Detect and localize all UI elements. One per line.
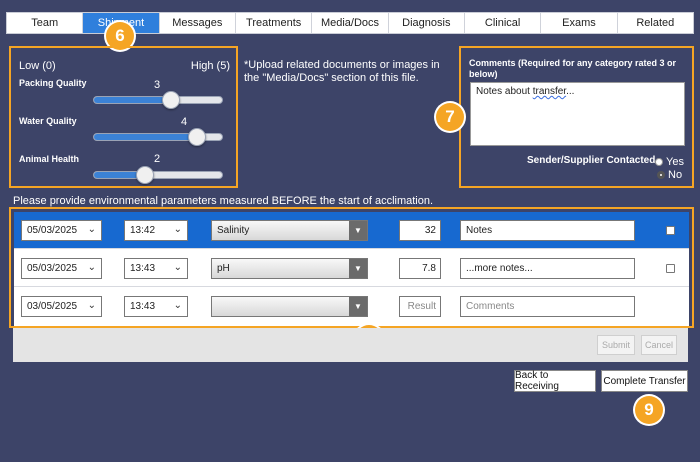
date-value: 05/03/2025 — [27, 263, 78, 274]
chevron-down-icon: ⌄ — [173, 300, 182, 311]
submit-button[interactable]: Submit — [597, 335, 635, 355]
tab-treatments[interactable]: Treatments — [236, 13, 313, 33]
value-placeholder: Result — [407, 301, 436, 312]
chevron-down-icon: ⌄ — [173, 224, 182, 235]
comments-label: Comments (Required for any category rate… — [469, 58, 677, 79]
animal-health-slider[interactable] — [93, 171, 223, 179]
upload-note: *Upload related documents or images in t… — [244, 59, 440, 84]
tab-messages[interactable]: Messages — [160, 13, 236, 33]
comments-panel: Comments (Required for any category rate… — [459, 46, 694, 188]
water-quality-slider-thumb[interactable] — [188, 128, 206, 146]
date-value: 05/03/2025 — [27, 225, 78, 236]
packing-quality-slider[interactable] — [93, 96, 223, 104]
radio-yes-label: Yes — [666, 156, 684, 168]
radio-yes[interactable] — [655, 158, 663, 166]
chevron-down-icon: ⌄ — [87, 262, 96, 273]
callout-marker-7: 7 — [436, 103, 464, 131]
value-input[interactable]: 32 — [399, 220, 441, 241]
low-label: Low (0) — [19, 60, 56, 72]
parameter-select[interactable]: Salinity ▼ — [211, 220, 368, 241]
radio-no[interactable] — [657, 171, 665, 179]
supplier-contacted-label: Sender/Supplier Contacted — [527, 155, 656, 166]
time-select[interactable]: 13:43 ⌄ — [124, 296, 188, 317]
animal-health-value: 2 — [154, 153, 161, 165]
notes-input[interactable]: Notes — [460, 220, 635, 241]
row-checkbox[interactable] — [666, 264, 675, 273]
form-footer-bar: Submit Cancel — [13, 328, 688, 362]
time-select[interactable]: 13:43 ⌄ — [124, 258, 188, 279]
comments-text-end: ... — [566, 86, 575, 97]
contacted-yes-option[interactable]: Yes — [655, 156, 684, 168]
date-value: 03/05/2025 — [27, 301, 78, 312]
notes-input[interactable]: Comments — [460, 296, 635, 317]
value-text: 32 — [424, 225, 436, 236]
dropdown-arrow-icon: ▼ — [349, 297, 367, 316]
env-row[interactable]: 05/03/2025 ⌄ 13:42 ⌄ Salinity ▼ 32 Notes — [14, 212, 689, 249]
tab-related[interactable]: Related — [618, 13, 693, 33]
time-value: 13:42 — [130, 225, 156, 236]
env-instruction: Please provide environmental parameters … — [13, 195, 434, 207]
animal-health-label: Animal Health — [19, 154, 80, 164]
back-to-receiving-button[interactable]: Back to Receiving — [514, 370, 596, 392]
notes-text: ...more notes... — [466, 263, 533, 274]
tab-team[interactable]: Team — [7, 13, 84, 33]
dropdown-arrow-icon: ▼ — [349, 221, 367, 240]
notes-placeholder: Comments — [466, 301, 515, 312]
parameter-select[interactable]: ▼ — [211, 296, 368, 317]
slider-fill — [94, 134, 197, 140]
date-select[interactable]: 03/05/2025 ⌄ — [21, 296, 102, 317]
notes-input[interactable]: ...more notes... — [460, 258, 635, 279]
tab-diagnosis[interactable]: Diagnosis — [389, 13, 465, 33]
tab-media-docs[interactable]: Media/Docs — [312, 13, 389, 33]
notes-text: Notes — [466, 225, 493, 236]
comments-text: Notes about — [476, 86, 533, 97]
tab-exams[interactable]: Exams — [541, 13, 618, 33]
env-row[interactable]: 05/03/2025 ⌄ 13:43 ⌄ pH ▼ 7.8 ...more notes… — [14, 250, 689, 287]
env-row[interactable]: 03/05/2025 ⌄ 13:43 ⌄ ▼ Result Comments — [14, 288, 689, 325]
cancel-button[interactable]: Cancel — [641, 335, 677, 355]
radio-no-label: No — [668, 169, 683, 181]
comments-textarea[interactable]: Notes about transfer... — [470, 82, 685, 146]
chevron-down-icon: ⌄ — [87, 224, 96, 235]
animal-health-slider-thumb[interactable] — [136, 166, 154, 184]
packing-quality-label: Packing Quality — [19, 78, 87, 88]
value-input[interactable]: 7.8 — [399, 258, 441, 279]
date-select[interactable]: 05/03/2025 ⌄ — [21, 220, 102, 241]
time-select[interactable]: 13:42 ⌄ — [124, 220, 188, 241]
time-value: 13:43 — [130, 263, 156, 274]
parameter-value: pH — [217, 263, 230, 274]
parameter-select[interactable]: pH ▼ — [211, 258, 368, 279]
chevron-down-icon: ⌄ — [87, 300, 96, 311]
row-checkbox[interactable] — [666, 226, 675, 235]
time-value: 13:43 — [130, 301, 156, 312]
env-table: 05/03/2025 ⌄ 13:42 ⌄ Salinity ▼ 32 Notes 05… — [14, 212, 689, 326]
comments-text-misspelled: transfer — [532, 86, 567, 97]
date-select[interactable]: 05/03/2025 ⌄ — [21, 258, 102, 279]
env-parameters-panel: 05/03/2025 ⌄ 13:42 ⌄ Salinity ▼ 32 Notes 05… — [9, 207, 694, 328]
water-quality-label: Water Quality — [19, 116, 77, 126]
tab-clinical[interactable]: Clinical — [465, 13, 542, 33]
high-label: High (5) — [190, 60, 230, 72]
callout-marker-9: 9 — [635, 396, 663, 424]
water-quality-value: 4 — [181, 116, 188, 128]
dropdown-arrow-icon: ▼ — [349, 259, 367, 278]
chevron-down-icon: ⌄ — [173, 262, 182, 273]
ratings-panel: Low (0) High (5) Packing Quality 3 Water… — [9, 46, 238, 188]
value-input[interactable]: Result — [399, 296, 441, 317]
slider-fill — [94, 97, 171, 103]
packing-quality-value: 3 — [154, 79, 161, 91]
packing-quality-slider-thumb[interactable] — [162, 91, 180, 109]
value-text: 7.8 — [422, 263, 436, 274]
contacted-no-option[interactable]: No — [657, 169, 682, 181]
parameter-value: Salinity — [217, 225, 250, 236]
complete-transfer-button[interactable]: Complete Transfer — [601, 370, 688, 392]
